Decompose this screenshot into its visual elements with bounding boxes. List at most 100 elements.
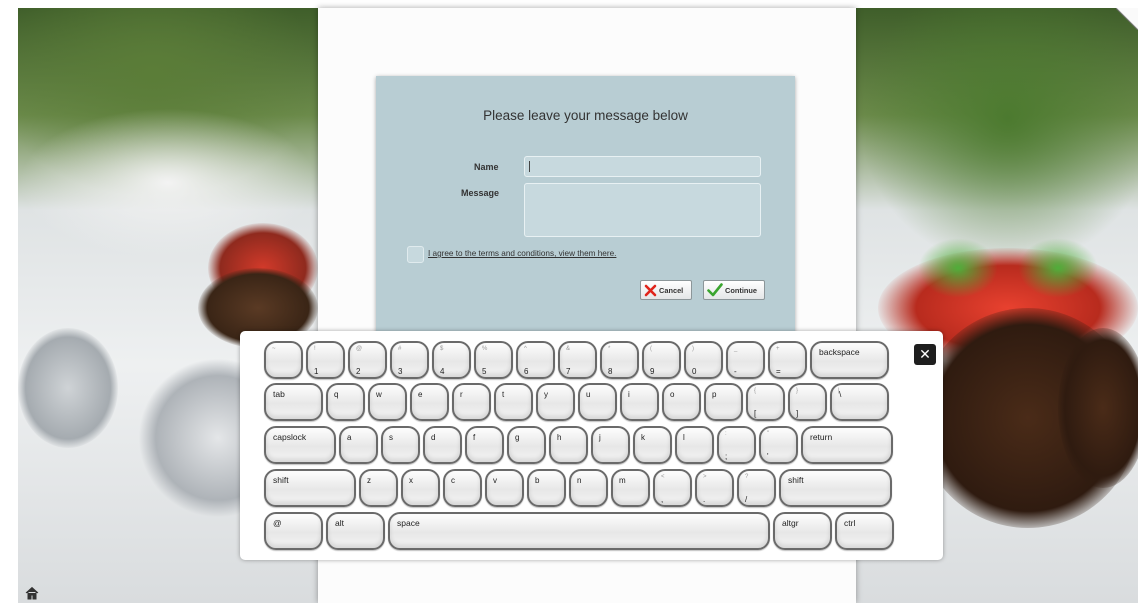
home-icon[interactable] <box>22 584 42 602</box>
key-7[interactable]: & 7 <box>558 341 597 379</box>
key-b[interactable]: b <box>527 469 566 507</box>
key-label: a <box>347 433 352 442</box>
key-9[interactable]: (9 <box>642 341 681 379</box>
key-label: / <box>745 495 748 504</box>
key-1[interactable]: ! 1 <box>306 341 345 379</box>
key-alt[interactable]: alt <box>326 512 385 550</box>
key-o[interactable]: o <box>662 383 701 421</box>
key-f[interactable]: f <box>465 426 504 464</box>
key-equals[interactable]: + = <box>768 341 807 379</box>
key-capslock[interactable]: capslock <box>264 426 336 464</box>
terms-link[interactable]: I agree to the terms and conditions, vie… <box>428 249 616 258</box>
key-altgr[interactable]: altgr <box>773 512 832 550</box>
key-secondary-label: ~ <box>272 346 276 352</box>
key-secondary-label: + <box>776 346 780 352</box>
key-semicolon[interactable]: :; <box>717 426 756 464</box>
key-label: shift <box>273 475 289 485</box>
key-shift[interactable]: shift <box>779 469 892 507</box>
key-p[interactable]: p <box>704 383 743 421</box>
key-secondary-label: & <box>566 346 571 352</box>
key-return[interactable]: return <box>801 426 893 464</box>
key-label: l <box>683 433 685 442</box>
key-k[interactable]: k <box>633 426 672 464</box>
key-label: n <box>577 476 582 485</box>
key-minus[interactable]: _ - <box>726 341 765 379</box>
key-label: ' <box>767 452 769 461</box>
key-y[interactable]: y <box>536 383 575 421</box>
key-c[interactable]: c <box>443 469 482 507</box>
key-period[interactable]: >. <box>695 469 734 507</box>
key-secondary-label: " <box>767 431 770 437</box>
continue-button[interactable]: Continue <box>703 280 765 300</box>
continue-label: Continue <box>725 285 758 295</box>
key-comma[interactable]: <, <box>653 469 692 507</box>
key-secondary-label: ( <box>650 346 652 352</box>
key-4[interactable]: $4 <box>432 341 471 379</box>
key-j[interactable]: j <box>591 426 630 464</box>
key-ctrl[interactable]: ctrl <box>835 512 894 550</box>
key-3[interactable]: #3 <box>390 341 429 379</box>
key-s[interactable]: s <box>381 426 420 464</box>
key-label: shift <box>788 475 804 485</box>
key-tab[interactable]: tab <box>264 383 323 421</box>
key-label: = <box>776 367 781 376</box>
key-g[interactable]: g <box>507 426 546 464</box>
key-label: altgr <box>782 518 799 528</box>
key-label: g <box>515 433 520 442</box>
key-i[interactable]: i <box>620 383 659 421</box>
message-input[interactable] <box>524 183 761 237</box>
key-0[interactable]: ) 0 <box>684 341 723 379</box>
key-2[interactable]: @2 <box>348 341 387 379</box>
key-backslash[interactable]: | \ <box>830 383 889 421</box>
key-t[interactable]: t <box>494 383 533 421</box>
key-space[interactable]: space <box>388 512 770 550</box>
key-label: t <box>502 390 505 399</box>
key-label: e <box>418 390 423 399</box>
key-bracket-close[interactable]: }] <box>788 383 827 421</box>
key-8[interactable]: * 8 <box>600 341 639 379</box>
key-e[interactable]: e <box>410 383 449 421</box>
cancel-button[interactable]: Cancel <box>640 280 692 300</box>
terms-checkbox[interactable] <box>407 246 424 263</box>
key-m[interactable]: m <box>611 469 650 507</box>
key-secondary-label: ? <box>745 474 749 480</box>
key-secondary-label: _ <box>734 346 738 352</box>
key-secondary-label: * <box>608 346 611 352</box>
message-form: Please leave your message below Name Mes… <box>376 76 795 338</box>
name-input[interactable] <box>524 156 761 177</box>
key-quote[interactable]: " ' <box>759 426 798 464</box>
key-label: ] <box>796 409 799 418</box>
key-bracket-open[interactable]: {[ <box>746 383 785 421</box>
key-label: ; <box>725 452 728 461</box>
key-r[interactable]: r <box>452 383 491 421</box>
key-a[interactable]: a <box>339 426 378 464</box>
key-secondary-label: ) <box>692 346 694 352</box>
key-v[interactable]: v <box>485 469 524 507</box>
key-label: w <box>376 390 382 399</box>
key-backspace[interactable]: backspace <box>810 341 889 379</box>
key-label: v <box>493 476 497 485</box>
key-h[interactable]: h <box>549 426 588 464</box>
close-icon[interactable]: ✕ <box>914 344 936 365</box>
key-tilde[interactable]: ~ <box>264 341 303 379</box>
key-n[interactable]: n <box>569 469 608 507</box>
key-secondary-label: } <box>796 388 799 394</box>
key-u[interactable]: u <box>578 383 617 421</box>
key-slash[interactable]: ? / <box>737 469 776 507</box>
key-label: backspace <box>819 347 860 357</box>
message-label: Message <box>461 188 500 198</box>
key-at[interactable]: @ <box>264 512 323 550</box>
key-label: , <box>661 495 664 504</box>
key-label: i <box>628 390 630 399</box>
key-w[interactable]: w <box>368 383 407 421</box>
key-z[interactable]: z <box>359 469 398 507</box>
key-label: \ <box>839 389 842 399</box>
page-corner-icon[interactable] <box>1116 8 1138 30</box>
key-d[interactable]: d <box>423 426 462 464</box>
key-x[interactable]: x <box>401 469 440 507</box>
key-q[interactable]: q <box>326 383 365 421</box>
key-l[interactable]: l <box>675 426 714 464</box>
key-5[interactable]: % 5 <box>474 341 513 379</box>
key-6[interactable]: ^ 6 <box>516 341 555 379</box>
key-shift[interactable]: shift <box>264 469 356 507</box>
